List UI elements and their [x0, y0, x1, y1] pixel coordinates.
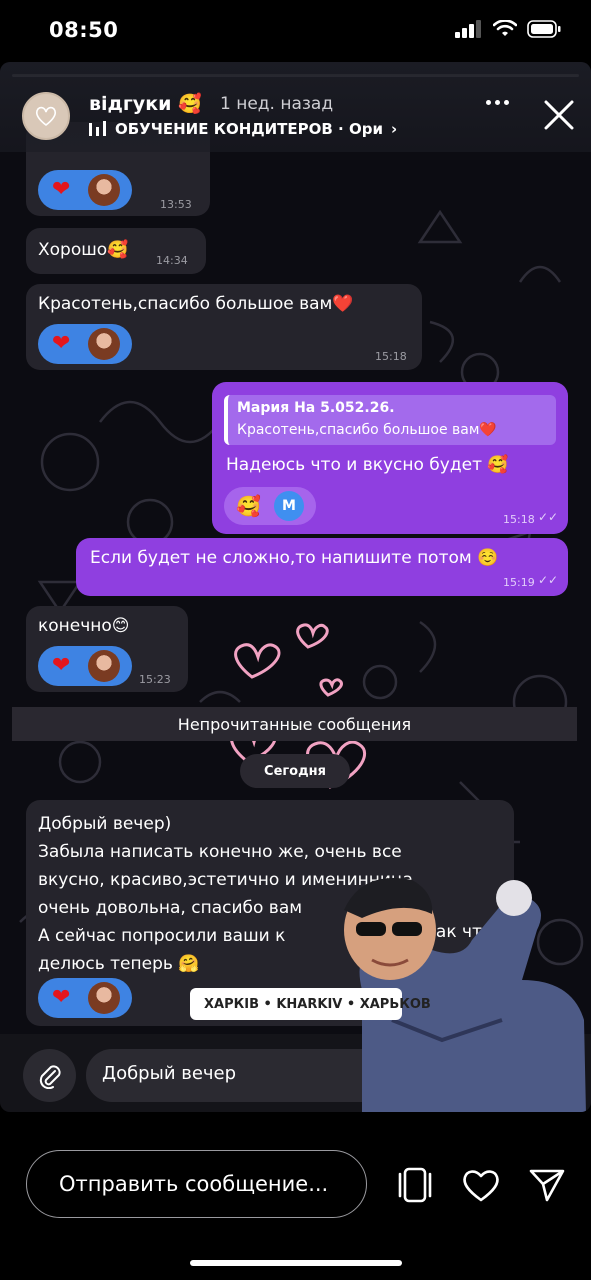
paperclip-icon: [39, 1064, 61, 1089]
message-bubble-incoming[interactable]: Хорошо🥰 14:34: [26, 228, 206, 274]
message-text: Если будет не сложно,то напишите потом ☺…: [90, 548, 499, 568]
carousel-icon[interactable]: [396, 1166, 434, 1204]
reply-input[interactable]: Отправить сообщение...: [26, 1150, 367, 1218]
smiling-face-hearts-icon: 🥰: [236, 494, 261, 518]
status-bar: 08:50: [0, 0, 591, 62]
reply-placeholder: Отправить сообщение...: [59, 1172, 329, 1196]
message-bubble-incoming[interactable]: конечно😊 ❤ 15:23: [26, 606, 188, 692]
story-username[interactable]: відгуки 🥰: [89, 92, 202, 115]
message-text: Красотень,спасибо большое вам❤️: [38, 294, 354, 314]
more-options-icon[interactable]: [486, 100, 509, 105]
double-check-icon: ✓✓: [538, 510, 559, 524]
red-heart-icon: ❤: [52, 653, 71, 678]
audio-bars-icon: [89, 121, 106, 136]
heart-logo-icon: [35, 106, 57, 127]
message-line: Добрый вечер): [38, 814, 172, 834]
message-text: Надеюсь что и вкусно будет 🥰: [226, 455, 509, 475]
reactor-avatar: [88, 650, 120, 682]
message-time: 13:53: [160, 198, 192, 211]
double-check-icon: ✓✓: [538, 573, 559, 587]
location-sticker[interactable]: ХАРКІВ • KHARKIV • ХАРЬКОВ: [190, 988, 431, 1020]
cellular-signal-icon: [455, 20, 481, 38]
reply-quote[interactable]: Мария На 5.052.26. Красотень,спасибо бол…: [224, 395, 556, 445]
reaction-badge[interactable]: ❤: [38, 324, 132, 364]
story-header: відгуки 🥰 1 нед. назад ОБУЧЕНИЕ КОНДИТЕР…: [0, 62, 591, 152]
story-avatar[interactable]: [22, 92, 70, 140]
chevron-right-icon: ›: [390, 120, 398, 138]
message-time: 15:23: [139, 673, 171, 686]
quote-text: Красотень,спасибо большое вам❤️: [237, 422, 497, 438]
message-text: конечно😊: [38, 616, 130, 636]
red-heart-icon: ❤: [52, 985, 71, 1010]
wifi-icon: [493, 20, 517, 36]
reactor-avatar: [88, 174, 120, 206]
reaction-badge[interactable]: ❤: [38, 646, 132, 686]
story-time-ago: 1 нед. назад: [220, 94, 334, 114]
share-send-icon[interactable]: [528, 1166, 566, 1204]
message-line: Забыла написать конечно же, очень все: [38, 842, 402, 862]
message-time: 15:19: [503, 576, 535, 589]
close-icon[interactable]: [543, 99, 575, 131]
reactor-avatar: [88, 328, 120, 360]
music-title: ОБУЧЕНИЕ КОНДИТЕРОВ · Ори: [115, 120, 383, 138]
date-pill: Сегодня: [240, 754, 350, 788]
story-content[interactable]: ❤ 13:53 відгуки 🥰 1 нед. назад ОБУЧЕНИЕ …: [0, 62, 591, 1112]
unread-divider: Непрочитанные сообщения: [12, 707, 577, 741]
message-bubble-incoming[interactable]: Красотень,спасибо большое вам❤️ ❤ 15:18: [26, 284, 422, 370]
reaction-badge[interactable]: ❤: [38, 978, 132, 1018]
like-heart-icon[interactable]: [461, 1166, 501, 1204]
reaction-badge[interactable]: ❤: [38, 170, 132, 210]
message-time: 15:18: [375, 350, 407, 363]
story-music[interactable]: ОБУЧЕНИЕ КОНДИТЕРОВ · Ори ›: [89, 120, 397, 138]
story-reply-bar: Отправить сообщение...: [0, 1112, 591, 1280]
attach-button[interactable]: [23, 1049, 76, 1102]
message-time: 14:34: [156, 254, 188, 267]
reactor-avatar-initial: М: [274, 491, 304, 521]
red-heart-icon: ❤: [52, 331, 71, 356]
message-input-text: Добрый вечер: [102, 1063, 237, 1084]
status-time: 08:50: [49, 18, 119, 42]
red-heart-icon: ❤: [52, 177, 71, 202]
home-indicator: [190, 1260, 402, 1266]
message-bubble-outgoing[interactable]: Мария На 5.052.26. Красотень,спасибо бол…: [212, 382, 568, 534]
reactor-avatar: [88, 982, 120, 1014]
battery-icon: [527, 20, 561, 38]
message-text: Хорошо🥰: [38, 240, 129, 260]
message-time: 15:18: [503, 513, 535, 526]
quote-author: Мария На 5.052.26.: [237, 400, 395, 416]
message-bubble-outgoing[interactable]: Если будет не сложно,то напишите потом ☺…: [76, 538, 568, 596]
location-label: ХАРКІВ • KHARKIV • ХАРЬКОВ: [204, 996, 431, 1012]
reaction-badge[interactable]: 🥰 М: [224, 487, 316, 525]
